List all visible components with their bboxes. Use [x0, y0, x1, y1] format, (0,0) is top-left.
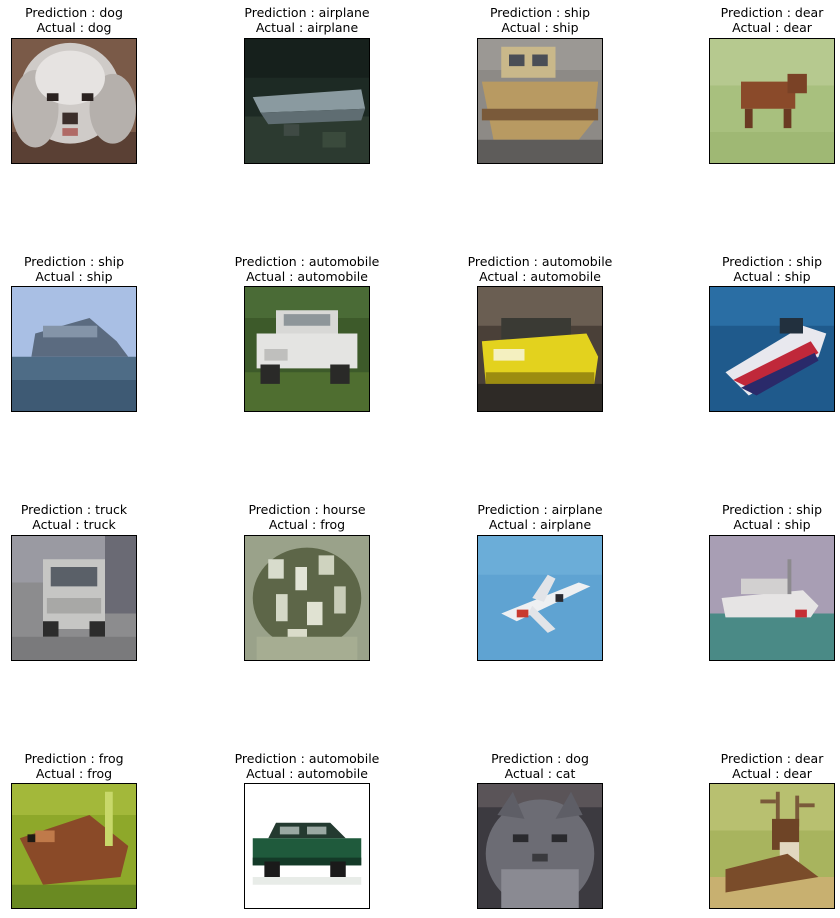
- actual-label: Actual : dear: [732, 766, 812, 781]
- panel-title: Prediction : ship Actual : ship: [669, 502, 840, 532]
- deer-with-antlers-image: [709, 783, 835, 909]
- grey-truck-image: [11, 535, 137, 661]
- actual-label: Actual : automobile: [479, 269, 601, 284]
- dark-airplane-image: [244, 38, 370, 164]
- white-poodle-dog-image: [11, 38, 137, 164]
- panel-title: Prediction : ship Actual : ship: [669, 254, 840, 284]
- green-car-image: [244, 783, 370, 909]
- prediction-label: Prediction : ship: [23, 254, 125, 269]
- deer-in-grass-image: [709, 38, 835, 164]
- actual-label: Actual : cat: [504, 766, 576, 781]
- panel-title: Prediction : dear Actual : dear: [669, 5, 840, 35]
- panel-title: Prediction : airplane Actual : airplane: [204, 5, 410, 35]
- speedboat-ship-image: [709, 286, 835, 412]
- panel-title: Prediction : dog Actual : cat: [437, 751, 643, 781]
- actual-label: Actual : airplane: [255, 20, 359, 35]
- prediction-label: Prediction : airplane: [244, 5, 370, 20]
- yellow-car-image: [477, 286, 603, 412]
- prediction-label: Prediction : dog: [25, 5, 123, 20]
- panel-title: Prediction : automobile Actual : automob…: [437, 254, 643, 284]
- frog-closeup-image: [244, 535, 370, 661]
- panel-title: Prediction : hourse Actual : frog: [204, 502, 410, 532]
- panel-title: Prediction : truck Actual : truck: [0, 502, 177, 532]
- prediction-label: Prediction : hourse: [248, 502, 366, 517]
- brown-frog-image: [11, 783, 137, 909]
- tugboat-ship-image: [477, 38, 603, 164]
- prediction-label: Prediction : dear: [720, 751, 824, 766]
- white-ship-on-sea-image: [709, 535, 835, 661]
- actual-label: Actual : ship: [733, 269, 811, 284]
- white-vintage-car-image: [244, 286, 370, 412]
- prediction-label: Prediction : automobile: [234, 751, 380, 766]
- prediction-label: Prediction : ship: [721, 502, 823, 517]
- prediction-label: Prediction : dear: [720, 5, 824, 20]
- actual-label: Actual : ship: [35, 269, 113, 284]
- prediction-label: Prediction : dog: [491, 751, 589, 766]
- prediction-label: Prediction : frog: [24, 751, 124, 766]
- prediction-label: Prediction : airplane: [477, 502, 603, 517]
- panel-title: Prediction : frog Actual : frog: [0, 751, 177, 781]
- panel-title: Prediction : ship Actual : ship: [437, 5, 643, 35]
- actual-label: Actual : automobile: [246, 766, 368, 781]
- panel-title: Prediction : airplane Actual : airplane: [437, 502, 643, 532]
- grey-cat-image: [477, 783, 603, 909]
- actual-label: Actual : airplane: [488, 517, 592, 532]
- airplane-in-sky-image: [477, 535, 603, 661]
- prediction-label: Prediction : ship: [721, 254, 823, 269]
- panel-title: Prediction : automobile Actual : automob…: [204, 751, 410, 781]
- prediction-label: Prediction : truck: [20, 502, 128, 517]
- actual-label: Actual : frog: [268, 517, 346, 532]
- panel-title: Prediction : dear Actual : dear: [669, 751, 840, 781]
- prediction-label: Prediction : ship: [489, 5, 591, 20]
- panel-title: Prediction : automobile Actual : automob…: [204, 254, 410, 284]
- cruise-ship-image: [11, 286, 137, 412]
- panel-title: Prediction : dog Actual : dog: [0, 5, 177, 35]
- prediction-label: Prediction : automobile: [234, 254, 380, 269]
- actual-label: Actual : ship: [733, 517, 811, 532]
- actual-label: Actual : dear: [732, 20, 812, 35]
- prediction-label: Prediction : automobile: [467, 254, 613, 269]
- actual-label: Actual : automobile: [246, 269, 368, 284]
- actual-label: Actual : frog: [35, 766, 113, 781]
- actual-label: Actual : dog: [36, 20, 112, 35]
- panel-title: Prediction : ship Actual : ship: [0, 254, 177, 284]
- actual-label: Actual : truck: [32, 517, 116, 532]
- actual-label: Actual : ship: [501, 20, 579, 35]
